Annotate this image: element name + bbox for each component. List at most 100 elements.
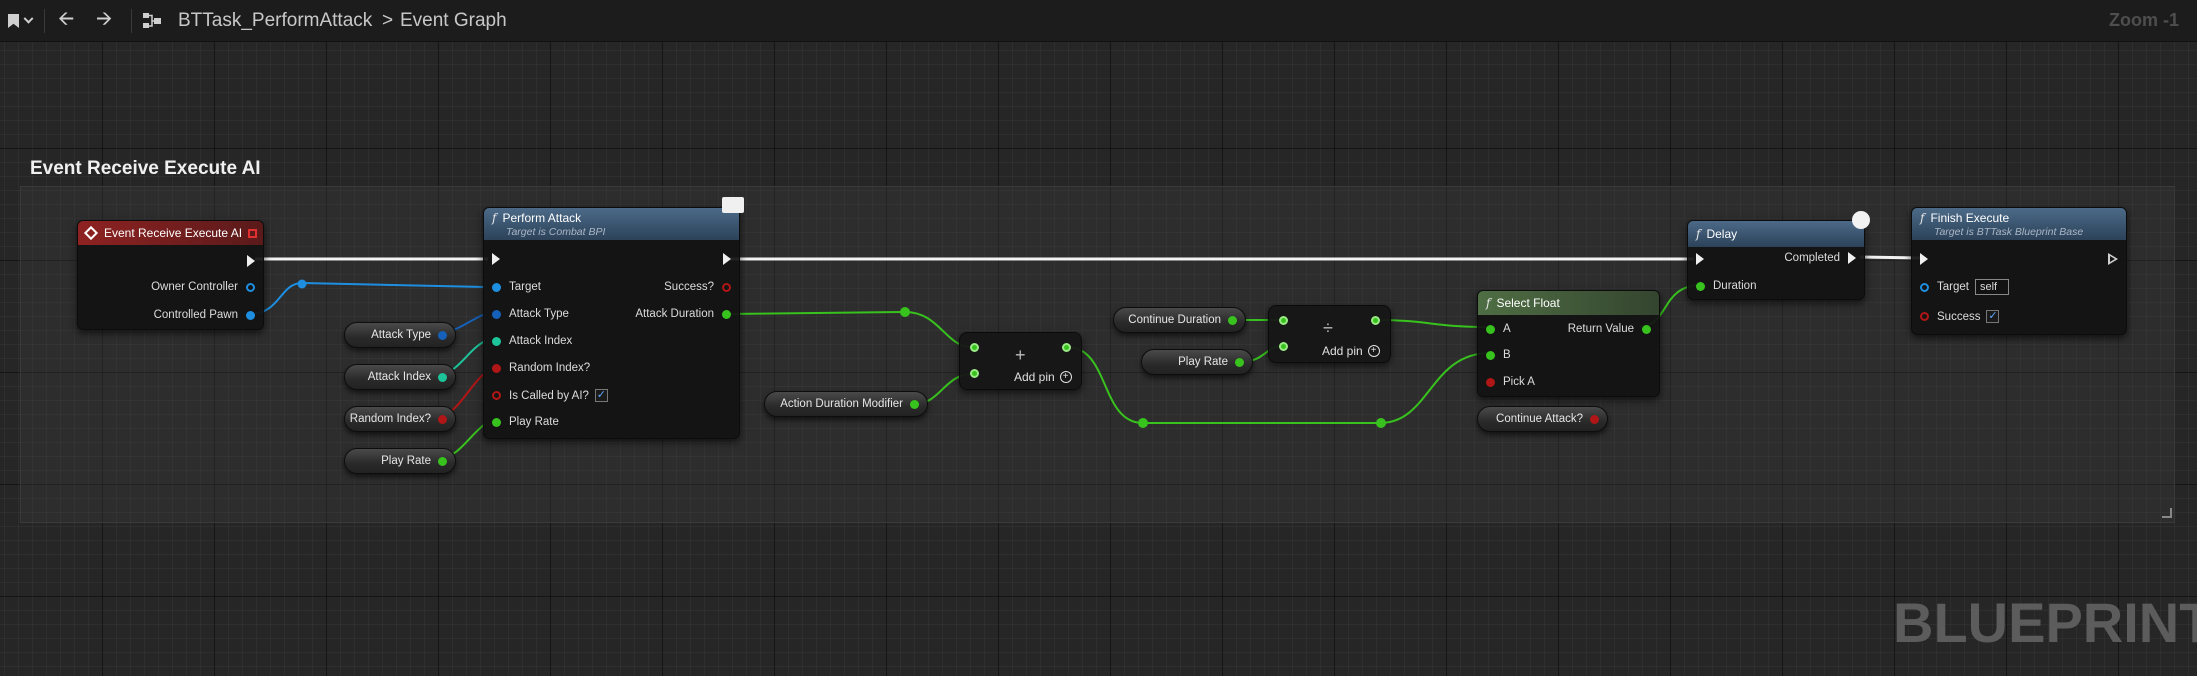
- node-subtitle: Target is BTTask Blueprint Base: [1934, 226, 2084, 238]
- add-pin-label: Add pin: [1014, 370, 1055, 384]
- node-title: Select Float: [1496, 296, 1560, 310]
- play-rate-variable[interactable]: Play Rate: [344, 448, 456, 474]
- attack-duration-out-pin[interactable]: Attack Duration: [635, 308, 731, 320]
- exec-out-pin[interactable]: [723, 253, 731, 265]
- object-pin-icon: [1920, 282, 1929, 292]
- variable-label: Play Rate: [381, 455, 431, 467]
- float-pin-icon[interactable]: [910, 399, 919, 409]
- enum-pin-icon: [492, 309, 501, 319]
- exec-in-pin[interactable]: [492, 253, 500, 265]
- float-pin-icon[interactable]: [438, 456, 447, 466]
- exec-in-pin[interactable]: [1920, 253, 1928, 265]
- target-pin[interactable]: Target self: [1920, 279, 2009, 295]
- finish-execute-header: f Finish Execute Target is BTTask Bluepri…: [1912, 208, 2126, 240]
- blueprint-watermark: BLUEPRINT: [1893, 591, 2197, 654]
- float-wire[interactable]: [1374, 319, 1491, 328]
- node-title: Delay: [1706, 227, 1738, 241]
- float-pin-icon[interactable]: [1235, 357, 1244, 367]
- play-rate-variable[interactable]: Play Rate: [1141, 349, 1253, 375]
- success-out-pin[interactable]: Success?: [664, 281, 731, 293]
- select-b-pin[interactable]: B: [1486, 349, 1511, 361]
- pin-label: Random Index?: [509, 362, 591, 374]
- exec-out-pin[interactable]: [2108, 253, 2118, 265]
- reroute-node[interactable]: [900, 307, 910, 317]
- completed-pin[interactable]: Completed: [1784, 252, 1856, 264]
- target-self-field[interactable]: self: [1974, 279, 2009, 295]
- select-a-pin[interactable]: A: [1486, 323, 1511, 335]
- output-pin[interactable]: [1371, 316, 1380, 325]
- duration-pin[interactable]: Duration: [1696, 280, 1756, 292]
- enum-pin-icon[interactable]: [438, 330, 447, 340]
- exec-out-pin[interactable]: [247, 255, 255, 267]
- pin-label: Play Rate: [509, 416, 559, 428]
- controlled-pawn-pin[interactable]: Controlled Pawn: [154, 309, 255, 321]
- finish-execute-node[interactable]: f Finish Execute Target is BTTask Bluepri…: [1911, 207, 2127, 335]
- pin-label: Controlled Pawn: [153, 309, 238, 321]
- is-called-by-ai-checkbox[interactable]: ✓: [594, 389, 608, 402]
- random-index-variable[interactable]: Random Index?: [344, 406, 456, 432]
- input-a-pin[interactable]: [1279, 316, 1288, 325]
- divide-float-node[interactable]: ÷ Add pin +: [1268, 305, 1391, 363]
- pin-label: A: [1503, 323, 1511, 335]
- pick-a-pin[interactable]: Pick A: [1486, 376, 1535, 388]
- function-icon: f: [492, 211, 497, 225]
- object-wire[interactable]: [249, 281, 486, 315]
- pin-label: Attack Type: [509, 308, 569, 320]
- success-pin[interactable]: Success ✓: [1920, 310, 2000, 323]
- add-float-node[interactable]: + Add pin +: [959, 332, 1082, 390]
- return-value-pin[interactable]: Return Value: [1568, 323, 1651, 335]
- int-pin-icon: [492, 336, 501, 346]
- float-pin-icon: [1486, 324, 1495, 334]
- variable-label: Attack Index: [367, 371, 431, 383]
- function-icon: f: [1920, 211, 1925, 225]
- input-b-pin[interactable]: [1279, 342, 1288, 351]
- int-pin-icon[interactable]: [438, 372, 447, 382]
- owner-controller-pin[interactable]: Owner Controller: [151, 281, 255, 293]
- plus-circle-icon: +: [1059, 371, 1072, 383]
- add-pin-button[interactable]: Add pin +: [1322, 344, 1380, 358]
- event-receive-execute-ai-node[interactable]: Event Receive Execute AI Owner Controlle…: [77, 220, 264, 330]
- delegate-pin[interactable]: [248, 228, 257, 238]
- input-b-pin[interactable]: [970, 369, 979, 378]
- play-rate-pin[interactable]: Play Rate: [492, 416, 559, 428]
- reroute-node[interactable]: [1376, 418, 1386, 428]
- input-a-pin[interactable]: [970, 343, 979, 352]
- random-index-pin[interactable]: Random Index?: [492, 362, 590, 374]
- add-operator: +: [1015, 345, 1026, 365]
- output-pin[interactable]: [1062, 343, 1071, 352]
- function-icon: f: [1486, 296, 1491, 310]
- pin-label: Completed: [1784, 252, 1840, 264]
- bool-pin-icon[interactable]: [438, 414, 447, 424]
- variable-label: Random Index?: [349, 413, 431, 425]
- attack-index-variable[interactable]: Attack Index: [344, 364, 456, 390]
- delay-header: f Delay: [1688, 221, 1864, 247]
- node-subtitle: Target is Combat BPI: [506, 226, 606, 238]
- reroute-node[interactable]: [1138, 418, 1148, 428]
- delay-node[interactable]: f Delay Completed Duration: [1687, 211, 1870, 300]
- attack-type-pin[interactable]: Attack Type: [492, 308, 569, 320]
- float-pin-icon: [492, 417, 501, 427]
- float-pin-icon[interactable]: [1228, 315, 1237, 325]
- perform-attack-node[interactable]: f Perform Attack Target is Combat BPI Tar…: [483, 197, 744, 439]
- add-pin-button[interactable]: Add pin +: [1014, 370, 1072, 384]
- pin-label: Target: [1937, 281, 1969, 293]
- object-pin-icon: [246, 310, 255, 320]
- continue-attack-variable[interactable]: Continue Attack?: [1477, 406, 1608, 432]
- exec-in-pin[interactable]: [1696, 253, 1704, 265]
- float-wire[interactable]: [723, 310, 973, 348]
- bool-pin-icon: [722, 282, 731, 292]
- variable-label: Continue Duration: [1128, 314, 1221, 326]
- bool-pin-icon[interactable]: [1590, 414, 1599, 424]
- add-pin-label: Add pin: [1322, 344, 1363, 358]
- select-float-header: f Select Float: [1478, 291, 1659, 315]
- target-pin[interactable]: Target: [492, 281, 541, 293]
- select-float-node[interactable]: f Select Float A Return Value B Pick A: [1477, 290, 1660, 397]
- success-checkbox[interactable]: ✓: [1986, 310, 2000, 323]
- float-pin-icon: [1642, 324, 1651, 334]
- continue-duration-variable[interactable]: Continue Duration: [1113, 307, 1246, 333]
- action-duration-modifier-variable[interactable]: Action Duration Modifier: [764, 391, 928, 417]
- attack-type-variable[interactable]: Attack Type: [344, 322, 456, 348]
- is-called-by-ai-pin[interactable]: Is Called by AI? ✓: [492, 389, 608, 402]
- reroute-node[interactable]: [297, 279, 307, 289]
- attack-index-pin[interactable]: Attack Index: [492, 335, 572, 347]
